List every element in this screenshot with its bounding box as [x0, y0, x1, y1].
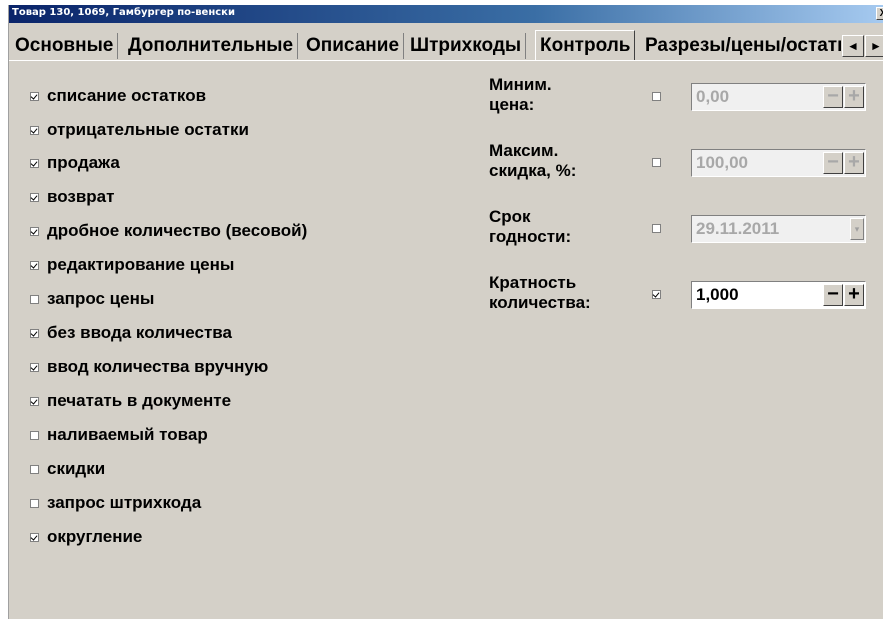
checkbox-label: дробное количество (весовой) [47, 221, 308, 240]
min-price-label: Миним. цена: [489, 75, 552, 115]
checkbox-vvod-vruchnuyu[interactable]: ввод количества вручную [30, 357, 268, 377]
dropdown-arrow-icon[interactable]: ▾ [850, 218, 864, 240]
checkbox-box[interactable] [30, 125, 39, 135]
quantity-multiple-field[interactable]: 1,000 − + [691, 281, 866, 309]
scroll-right-icon[interactable]: ► [865, 35, 883, 57]
expiry-label: Срок годности: [489, 207, 571, 247]
tab-osnovnye[interactable]: Основные [11, 33, 119, 59]
checkbox-box[interactable] [30, 430, 39, 440]
title-bar[interactable]: Товар 130, 1069, Гамбургер по-венски X [9, 5, 883, 23]
plus-button[interactable]: + [844, 86, 864, 108]
min-price-value: 0,00 [696, 87, 730, 106]
checkbox-label: печатать в документе [47, 391, 232, 410]
checkbox-label: запрос штрихкода [47, 493, 202, 512]
label-line: Миним. [489, 75, 552, 94]
checkbox-label: скидки [47, 459, 106, 478]
max-discount-field[interactable]: 100,00 − + [691, 149, 866, 177]
expiry-date-value: 29.11.2011 [696, 219, 780, 238]
label-line: Кратность [489, 273, 577, 292]
plus-button[interactable]: + [844, 152, 864, 174]
tab-scroll-buttons: ◄ ► [842, 35, 883, 57]
checkbox-label: списание остатков [47, 86, 207, 105]
checkbox-vozvrat[interactable]: возврат [30, 187, 114, 207]
checkbox-pechatat[interactable]: печатать в документе [30, 391, 231, 411]
window-title: Товар 130, 1069, Гамбургер по-венски [12, 7, 235, 18]
checkbox-box[interactable] [30, 192, 39, 202]
checkbox-box[interactable] [30, 226, 39, 236]
checkbox-label: возврат [47, 187, 115, 206]
checkbox-label: продажа [47, 153, 120, 172]
checkbox-box[interactable] [30, 464, 39, 474]
quantity-multiple-checkbox[interactable] [652, 290, 661, 299]
checkbox-box[interactable] [30, 260, 39, 270]
min-price-checkbox[interactable] [652, 92, 661, 101]
checkbox-label: ввод количества вручную [47, 357, 269, 376]
product-window: Товар 130, 1069, Гамбургер по-венски X О… [8, 5, 883, 619]
tab-kontrol[interactable]: Контроль [535, 30, 636, 60]
tab-razrezy[interactable]: Разрезы/цены/остатки [641, 33, 841, 59]
checkbox-zapros-shtrihkoda[interactable]: запрос штрихкода [30, 493, 201, 513]
plus-button[interactable]: + [844, 284, 864, 306]
expiry-date-field[interactable]: 29.11.2011 ▾ [691, 215, 866, 243]
checkbox-box[interactable] [30, 328, 39, 338]
quantity-multiple-label: Кратность количества: [489, 273, 591, 313]
label-line: цена: [489, 95, 535, 114]
checkbox-box[interactable] [30, 532, 39, 542]
scroll-left-icon[interactable]: ◄ [842, 35, 864, 57]
label-line: скидка, %: [489, 161, 577, 180]
min-price-field[interactable]: 0,00 − + [691, 83, 866, 111]
checkbox-box[interactable] [30, 396, 39, 406]
checkbox-label: отрицательные остатки [47, 120, 249, 139]
minus-button[interactable]: − [823, 152, 843, 174]
label-line: годности: [489, 227, 572, 246]
checkbox-drobnoe[interactable]: дробное количество (весовой) [30, 221, 307, 241]
checkbox-zapros-ceny[interactable]: запрос цены [30, 289, 154, 309]
label-line: Срок [489, 207, 531, 226]
checkbox-label: округление [47, 527, 143, 546]
checkbox-box[interactable] [30, 362, 39, 372]
tab-dopolnitelnye[interactable]: Дополнительные [124, 33, 299, 59]
minus-button[interactable]: − [823, 284, 843, 306]
checkbox-prodazha[interactable]: продажа [30, 153, 120, 173]
max-discount-value: 100,00 [696, 153, 748, 172]
close-icon[interactable]: X [876, 7, 883, 20]
tab-opisanie[interactable]: Описание [302, 33, 405, 59]
quantity-multiple-value: 1,000 [696, 285, 739, 304]
checkbox-redaktirovanie[interactable]: редактирование цены [30, 255, 234, 275]
checkbox-spisanie[interactable]: списание остатков [30, 86, 206, 106]
label-line: Максим. [489, 141, 559, 160]
max-discount-checkbox[interactable] [652, 158, 661, 167]
checkbox-box[interactable] [30, 294, 39, 304]
checkbox-label: редактирование цены [47, 255, 235, 274]
label-line: количества: [489, 293, 591, 312]
tab-shtrihkody[interactable]: Штрихкоды [406, 33, 527, 59]
expiry-checkbox[interactable] [652, 224, 661, 233]
tab-strip: Основные Дополнительные Описание Штрихко… [9, 23, 883, 61]
checkbox-bez-vvoda[interactable]: без ввода количества [30, 323, 232, 343]
control-panel: списание остатков отрицательные остатки … [9, 60, 883, 620]
checkbox-box[interactable] [30, 91, 39, 101]
checkbox-box[interactable] [30, 158, 39, 168]
checkbox-otricatelnye[interactable]: отрицательные остатки [30, 120, 249, 140]
checkbox-label: без ввода количества [47, 323, 232, 342]
checkbox-box[interactable] [30, 498, 39, 508]
checkbox-nalivaemyj[interactable]: наливаемый товар [30, 425, 208, 445]
max-discount-label: Максим. скидка, %: [489, 141, 576, 181]
minus-button[interactable]: − [823, 86, 843, 108]
checkbox-label: наливаемый товар [47, 425, 208, 444]
checkbox-skidki[interactable]: скидки [30, 459, 105, 479]
checkbox-okruglenie[interactable]: округление [30, 527, 142, 547]
checkbox-label: запрос цены [47, 289, 155, 308]
